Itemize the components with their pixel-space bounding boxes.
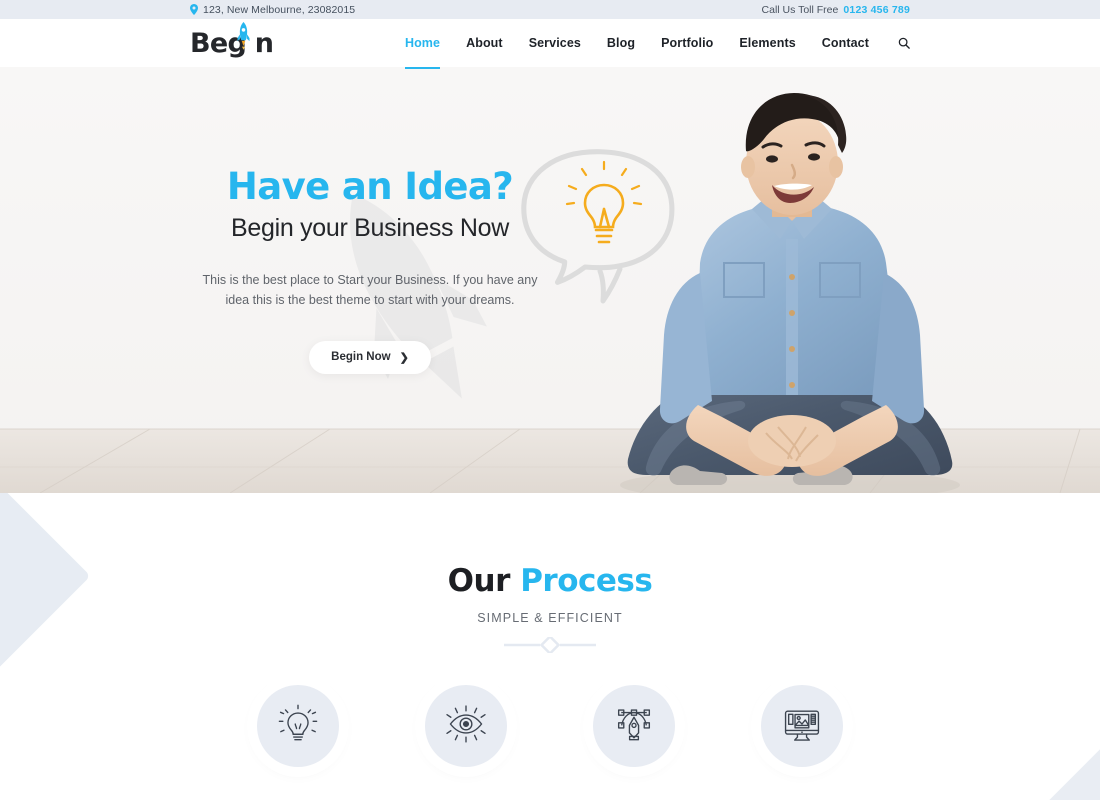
begin-now-label: Begin Now (331, 351, 391, 364)
process-icon-circle (425, 685, 507, 767)
logo[interactable]: Begin (190, 19, 274, 67)
landing-page: 123, New Melbourne, 23082015 Call Us Tol… (0, 0, 1100, 800)
contact-block: Call Us Toll Free 0123 456 789 (762, 4, 910, 16)
nav-menu: Home About Services Blog Portfolio Eleme… (392, 19, 910, 69)
lightbulb-icon (277, 703, 319, 750)
nav-item-about[interactable]: About (453, 19, 516, 67)
nav-item-services[interactable]: Services (516, 19, 594, 67)
pen-tool-icon (613, 703, 655, 750)
map-pin-icon (190, 4, 198, 15)
nav-item-blog[interactable]: Blog (594, 19, 648, 67)
logo-text-after: n (254, 27, 274, 59)
process-item-design[interactable] (593, 685, 675, 767)
rocket-icon (236, 21, 251, 51)
process-icon-circle (257, 685, 339, 767)
search-icon[interactable] (882, 37, 910, 49)
hero-copy: Have an Idea? Begin your Business Now Th… (190, 165, 550, 374)
begin-now-button[interactable]: Begin Now ❯ (309, 340, 431, 374)
chevron-right-icon: ❯ (399, 351, 409, 364)
process-item-develop[interactable] (761, 685, 843, 767)
eye-icon (445, 703, 487, 750)
process-items (0, 685, 1100, 767)
nav-item-elements[interactable]: Elements (726, 19, 808, 67)
process-header: Our Process SIMPLE & EFFICIENT (0, 493, 1100, 656)
main-navbar: Begin Home About Services Blog Portfolio… (0, 19, 1100, 69)
process-item-idea[interactable] (257, 685, 339, 767)
process-title-highlight: Process (520, 563, 653, 599)
nav-item-home[interactable]: Home (392, 19, 453, 69)
hero-content: Have an Idea? Begin your Business Now Th… (0, 67, 1100, 493)
diamond-divider-icon (504, 634, 596, 656)
process-title-plain: Our (447, 563, 511, 599)
nav-item-portfolio[interactable]: Portfolio (648, 19, 726, 67)
process-subtitle: SIMPLE & EFFICIENT (477, 611, 623, 625)
monitor-image-icon (781, 703, 823, 750)
hero-subtitle: Begin your Business Now (231, 213, 509, 242)
process-section: Our Process SIMPLE & EFFICIENT (0, 493, 1100, 800)
nav-item-contact[interactable]: Contact (809, 19, 882, 67)
address-block: 123, New Melbourne, 23082015 (190, 4, 355, 16)
address-text: 123, New Melbourne, 23082015 (203, 3, 356, 16)
call-label: Call Us Toll Free (761, 3, 839, 16)
top-info-bar: 123, New Melbourne, 23082015 Call Us Tol… (0, 0, 1100, 19)
process-item-vision[interactable] (425, 685, 507, 767)
process-icon-circle (593, 685, 675, 767)
hero-section: Have an Idea? Begin your Business Now Th… (0, 67, 1100, 493)
process-icon-circle (761, 685, 843, 767)
logo-text: Begin (190, 27, 274, 59)
hero-description: This is the best place to Start your Bus… (202, 272, 538, 308)
process-title: Our Process (0, 563, 1100, 599)
phone-number[interactable]: 0123 456 789 (843, 4, 910, 16)
hero-title: Have an Idea? (226, 165, 514, 208)
